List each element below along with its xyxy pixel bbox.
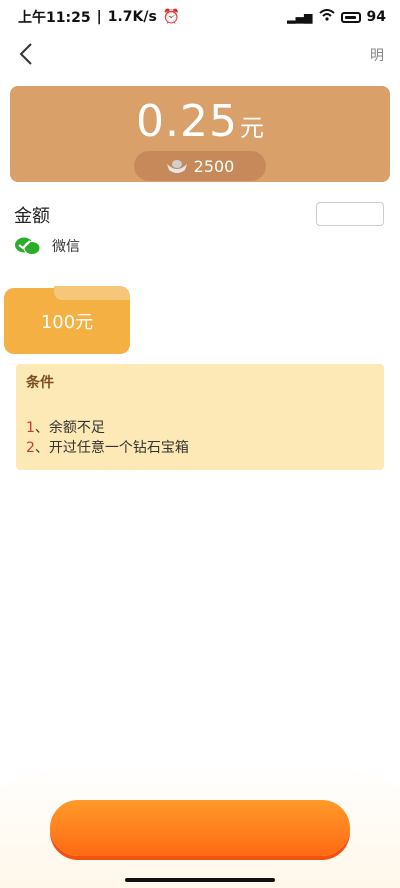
option-tag: [54, 286, 130, 300]
instructions-link[interactable]: 明: [370, 45, 384, 65]
option-label: 100元: [40, 312, 94, 333]
silver-ingot-icon: [166, 160, 187, 173]
status-bar: 上午11:25 | 1.7K/s ⏰ ▂▄▆ 94: [0, 0, 400, 34]
coin-balance: 2500: [134, 151, 266, 181]
amount-option-100[interactable]: 100元: [4, 286, 130, 354]
balance-value: 0.25: [136, 96, 238, 147]
conditions-list: 1、余额不足 2、开过任意一个钻石宝箱: [26, 418, 374, 458]
alarm-icon: ⏰: [162, 9, 181, 25]
condition-item: 1、余额不足: [26, 420, 105, 436]
balance-amount: 0.25 元: [136, 96, 264, 147]
back-button[interactable]: [12, 40, 40, 68]
conditions-title: 条件: [26, 375, 54, 391]
chevron-left-icon: [19, 43, 32, 65]
nav-bar: 明: [0, 34, 400, 76]
conditions-panel: 条件 1、余额不足 2、开过任意一个钻石宝箱: [16, 364, 384, 470]
withdraw-button[interactable]: [50, 800, 350, 856]
home-indicator: [125, 878, 275, 882]
battery-icon: [340, 11, 361, 23]
clock: 上午11:25: [18, 10, 91, 26]
battery-level: 94: [366, 9, 386, 25]
status-separator: |: [96, 9, 102, 25]
wechat-label: 微信: [52, 239, 80, 255]
signal-icon: ▂▄▆: [287, 10, 313, 24]
condition-item: 2、开过任意一个钻石宝箱: [26, 440, 189, 456]
coin-count: 2500: [193, 156, 235, 176]
divider: [0, 190, 400, 198]
withdraw-amount-label: 金额: [14, 206, 50, 227]
rules-button[interactable]: [316, 202, 384, 226]
wifi-icon: [318, 9, 335, 25]
wechat-method[interactable]: 微信: [14, 236, 80, 256]
network-speed: 1.7K/s: [107, 9, 157, 25]
balance-unit: 元: [239, 114, 264, 142]
wechat-icon: [15, 237, 41, 255]
balance-card: 0.25 元 2500: [10, 86, 390, 182]
